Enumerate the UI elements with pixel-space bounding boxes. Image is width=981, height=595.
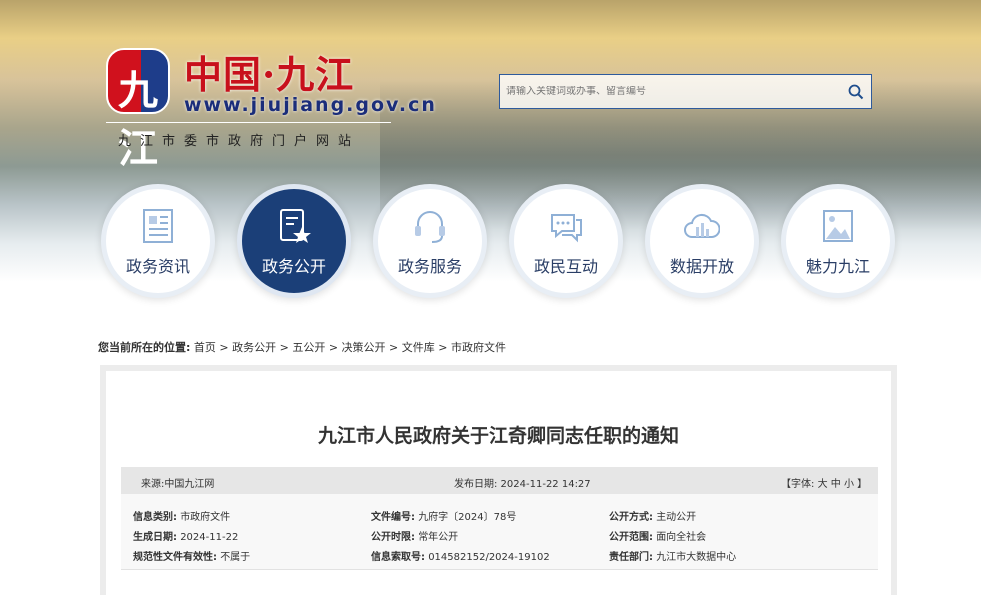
cloud-chart-icon [684,213,720,238]
divider [106,122,391,123]
info-responsible-dept: 责任部门: 九江市大数据中心 [609,552,737,563]
info-disclosure-scope: 公开范围: 面向全社会 [609,532,707,543]
nav-item-gov-open[interactable]: 政务公开 [237,184,351,298]
article-meta-bar: 来源:中国九江网 发布日期: 2024-11-22 14:27 【字体: 大 中… [121,467,878,494]
search-button[interactable] [841,75,871,108]
info-normative-validity: 规范性文件有效性: 不属于 [133,552,251,563]
article-title: 九江市人民政府关于江奇卿同志任职的通知 [317,425,679,447]
nav-item-services[interactable]: 政务服务 [373,184,487,298]
info-disclosure-method: 公开方式: 主动公开 [609,512,697,523]
info-index-number: 信息索取号: 014582152/2024-19102 [371,552,550,563]
site-subtitle: 九江市委市政府门户网站 [118,134,361,149]
search-input[interactable] [500,86,841,97]
site-name: 中国·九江 [184,52,355,97]
publish-date: 发布日期: 2024-11-22 14:27 [454,479,591,490]
nav-item-charm-jiujiang[interactable]: 魅力九江 [781,184,895,298]
newspaper-icon [143,209,173,243]
image-icon [823,210,853,242]
article-panel: 九江市人民政府关于江奇卿同志任职的通知 来源:中国九江网 发布日期: 2024-… [100,365,897,595]
article-source: 来源:中国九江网 [141,479,215,490]
nav-item-news[interactable]: 政务资讯 [101,184,215,298]
breadcrumb-five-open[interactable]: 五公开 [292,341,325,354]
search-box [499,74,872,109]
breadcrumb-city-gov-files[interactable]: 市政府文件 [451,341,506,354]
search-icon [848,84,864,99]
info-created-date: 生成日期: 2024-11-22 [133,532,239,543]
info-category: 信息类别: 市政府文件 [133,512,231,523]
breadcrumb-home[interactable]: 首页 [194,341,216,354]
site-logo[interactable]: 九江 [106,48,170,172]
font-size-large[interactable]: 大 [818,479,828,490]
breadcrumb-file-library[interactable]: 文件库 [402,341,435,354]
document-star-icon [280,209,311,243]
nav-item-interaction[interactable]: 政民互动 [509,184,623,298]
breadcrumb-decision-open[interactable]: 决策公开 [342,341,386,354]
info-doc-number: 文件编号: 九府字〔2024〕78号 [371,512,517,523]
font-size-small[interactable]: 小 [844,479,854,490]
breadcrumb-gov-open[interactable]: 政务公开 [232,341,276,354]
info-disclosure-period: 公开时限: 常年公开 [371,532,459,543]
breadcrumb: 您当前所在的位置: 首页 > 政务公开 > 五公开 > 决策公开 > 文件库 >… [98,341,506,354]
article-info-table: 信息类别: 市政府文件 文件编号: 九府字〔2024〕78号 公开方式: 主动公… [121,494,878,570]
nav-item-open-data[interactable]: 数据开放 [645,184,759,298]
font-size-medium[interactable]: 中 [831,479,841,490]
headset-icon [415,211,445,243]
chat-icon [551,214,582,243]
font-size-switcher: 【字体: 大 中 小 】 [781,479,868,490]
site-url: www.jiujiang.gov.cn [184,94,437,116]
